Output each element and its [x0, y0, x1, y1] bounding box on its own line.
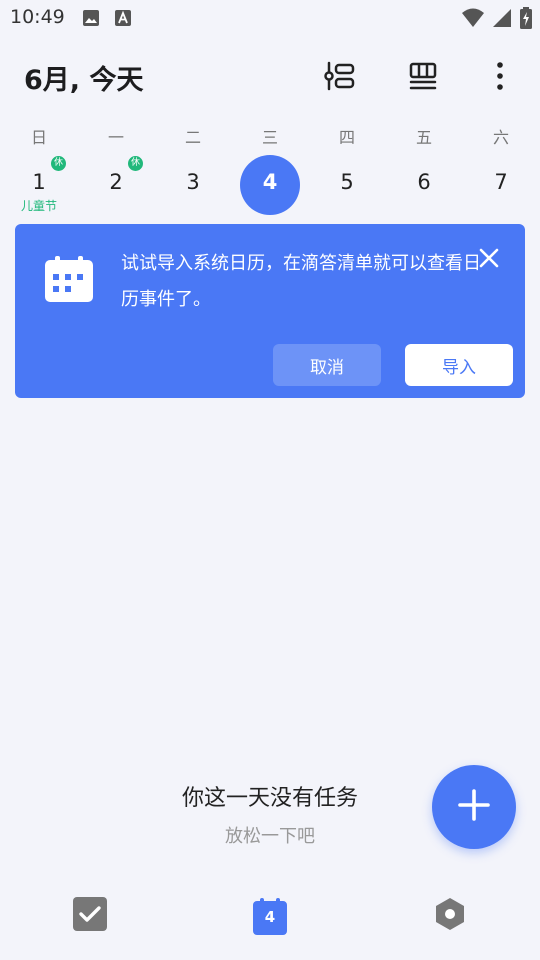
date-cell[interactable]: 6	[393, 154, 455, 216]
date-number: 7	[494, 170, 508, 194]
bottom-nav: 4	[0, 880, 540, 960]
status-bar: 10:49	[0, 0, 540, 36]
nav-settings[interactable]	[430, 896, 470, 936]
banner-close-button[interactable]	[475, 246, 503, 274]
calendar-screen: 10:49 6月, 今天 日 一 二 三 四 五 六 1 休 儿童节 2 休 3…	[0, 0, 540, 960]
banner-message: 试试导入系统日历，在滴答清单就可以查看日历事件了。	[121, 253, 481, 310]
holiday-badge: 休	[128, 156, 143, 171]
status-time: 10:49	[10, 6, 65, 28]
page-title: 6月, 今天	[24, 65, 144, 96]
plus-icon	[457, 788, 491, 826]
date-cell-selected[interactable]: 4	[239, 154, 301, 216]
battery-charging-icon	[520, 7, 532, 33]
add-task-button[interactable]	[432, 765, 516, 849]
close-icon	[479, 248, 499, 272]
font-icon	[114, 9, 132, 31]
nav-calendar[interactable]: 4	[250, 896, 290, 936]
calendar-date-number: 4	[264, 908, 276, 926]
calendar-icon	[45, 254, 93, 306]
date-cell[interactable]: 5	[316, 154, 378, 216]
date-number: 3	[186, 170, 200, 194]
weekday-row: 日 一 二 三 四 五 六	[0, 124, 540, 150]
date-number: 5	[340, 170, 354, 194]
weekday-label: 一	[107, 128, 124, 147]
header: 6月, 今天	[0, 52, 540, 104]
weekday-label: 六	[492, 128, 509, 147]
weekday-label: 二	[184, 128, 201, 147]
cancel-button[interactable]: 取消	[273, 344, 381, 386]
import-button[interactable]: 导入	[405, 344, 513, 386]
more-vertical-icon	[496, 61, 504, 95]
festival-label: 儿童节	[20, 199, 57, 213]
date-number: 6	[417, 170, 431, 194]
date-cell[interactable]: 1 休 儿童节	[8, 154, 70, 216]
nav-tasks[interactable]	[70, 896, 110, 936]
wifi-icon	[462, 8, 484, 32]
holiday-badge: 休	[51, 156, 66, 171]
view-mode-icon	[408, 61, 438, 95]
date-number: 1	[32, 170, 46, 194]
view-mode-button[interactable]	[403, 58, 443, 98]
date-cell[interactable]: 2 休	[85, 154, 147, 216]
import-calendar-banner: 试试导入系统日历，在滴答清单就可以查看日历事件了。 取消 导入	[15, 224, 525, 398]
weekday-label: 日	[30, 128, 47, 147]
weekday-label: 五	[415, 128, 432, 147]
tasks-icon	[73, 897, 107, 935]
calendar-icon: 4	[250, 896, 290, 936]
weekday-label: 四	[338, 128, 355, 147]
image-icon	[82, 9, 100, 31]
filter-button[interactable]	[319, 58, 359, 98]
date-row: 1 休 儿童节 2 休 3 4 5 6 7	[0, 154, 540, 216]
cellular-icon	[492, 8, 512, 32]
date-number: 2	[109, 170, 123, 194]
date-cell[interactable]: 3	[162, 154, 224, 216]
filter-icon	[323, 61, 355, 95]
more-button[interactable]	[480, 58, 520, 98]
date-number: 4	[262, 170, 278, 194]
date-cell[interactable]: 7	[470, 154, 532, 216]
settings-icon	[432, 896, 468, 936]
weekday-label: 三	[261, 128, 278, 147]
